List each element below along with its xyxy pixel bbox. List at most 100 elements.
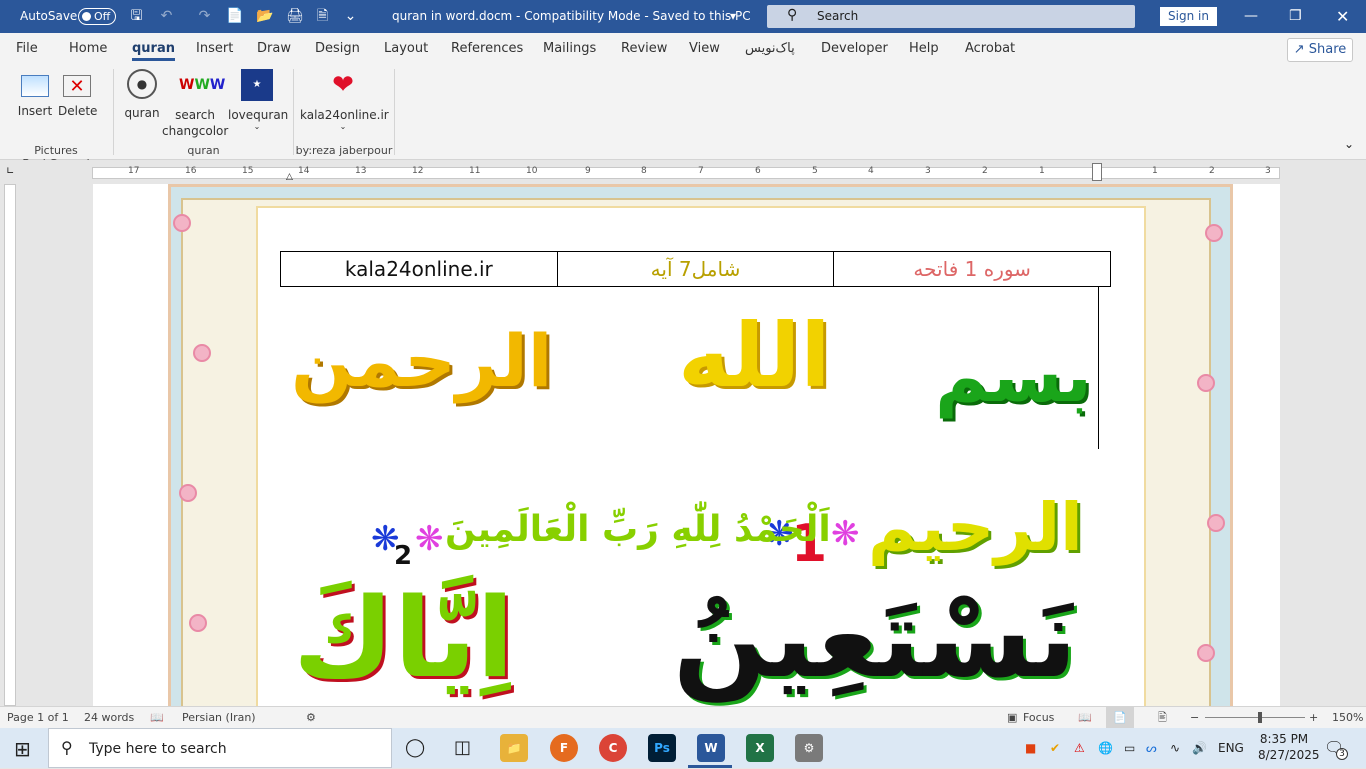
word-nastain[interactable]: نَسْتَعِينُ (673, 574, 1077, 702)
ayah-text-alhamd[interactable]: اَلْحَمْدُ لِلّٰهِ رَبِّ الْعَالَمِينَ (445, 509, 831, 550)
warning-icon[interactable]: ⚠ (1074, 728, 1085, 768)
windows-start-icon[interactable]: ⊞ (14, 737, 31, 761)
indent-marker[interactable] (1092, 163, 1102, 181)
search-changcolor-button[interactable]: WWW search changcolor (162, 69, 228, 139)
accessibility-icon[interactable]: ⚙ (306, 707, 316, 729)
restore-icon[interactable]: ❐ (1289, 0, 1302, 33)
tab-insert[interactable]: Insert (196, 33, 233, 65)
tab-mailings[interactable]: Mailings (543, 33, 596, 65)
tab-file[interactable]: File (16, 33, 38, 65)
table-cell-ayah-count[interactable]: شامل7 آیه (556, 252, 834, 286)
tab-developer[interactable]: Developer (821, 33, 888, 65)
excel-icon[interactable]: X (746, 734, 774, 762)
lovequran-button[interactable]: ★ lovequran ⌄ (228, 69, 288, 131)
autosave-toggle[interactable]: Off (78, 8, 116, 25)
flower-ornament (179, 484, 197, 502)
clock[interactable]: 8:35 PM 8/27/2025 (1258, 731, 1320, 763)
print-icon[interactable]: 🖨 (286, 8, 304, 25)
redo-icon[interactable]: ↷ (196, 8, 213, 25)
flower-ornament (1197, 374, 1215, 392)
tray-app-icon[interactable]: ■ (1025, 728, 1036, 768)
network-globe-icon[interactable]: 🌐 (1098, 728, 1113, 768)
web-layout-icon[interactable]: 🖹 (1158, 707, 1167, 729)
print-layout-icon[interactable]: 📄 (1106, 707, 1134, 729)
file-explorer-icon[interactable]: 📁 (500, 734, 528, 762)
group-separator (293, 69, 294, 155)
zoom-out-button[interactable]: − (1190, 707, 1199, 729)
tab-review[interactable]: Review (621, 33, 667, 65)
focus-button[interactable]: Focus (1023, 707, 1054, 729)
customize-toolbar-icon[interactable]: ⌄ (342, 8, 359, 25)
tab-paknevis[interactable]: پاک‌نویس (745, 33, 795, 65)
zoom-in-button[interactable]: + (1309, 707, 1318, 729)
share-button[interactable]: ↗ Share (1287, 38, 1353, 62)
minimize-icon[interactable]: — (1244, 0, 1258, 33)
document-page[interactable]: kala24online.ir شامل7 آیه سوره 1 فاتحه ب… (93, 184, 1280, 706)
tray-check-icon[interactable]: ✔ (1050, 728, 1060, 768)
app-icon[interactable]: ⚙ (795, 734, 823, 762)
chrome-icon[interactable]: C (599, 734, 627, 762)
document-title[interactable]: quran in word.docm - Compatibility Mode … (392, 0, 751, 33)
word-allah[interactable]: الله (678, 304, 831, 407)
insert-background-label: Insert (17, 104, 53, 118)
tab-stop-icon[interactable]: ∟ (6, 166, 14, 177)
close-icon[interactable]: ✕ (1336, 0, 1349, 33)
language-indicator[interactable]: ENG (1218, 728, 1244, 768)
tab-draw[interactable]: Draw (257, 33, 291, 65)
ayah-number-2[interactable]: 2 (394, 541, 412, 571)
chevron-down-icon: ⌄ (253, 122, 261, 131)
tab-home[interactable]: Home (69, 33, 107, 65)
insert-background-button[interactable]: Insert (16, 69, 54, 119)
wifi-icon[interactable]: ∿ (1170, 728, 1180, 768)
read-mode-icon[interactable]: 📖 (1078, 707, 1092, 729)
new-document-icon[interactable]: 📄 (226, 8, 243, 25)
www-icon: WWW (179, 77, 226, 93)
word-alrahman[interactable]: الرحمن (291, 319, 552, 403)
print-preview-icon[interactable]: 🗎 (314, 8, 331, 25)
horizontal-ruler[interactable]: ∟ 17 16 15 14 13 12 11 10 9 8 7 6 5 4 3 … (0, 160, 1366, 184)
page-count[interactable]: Page 1 of 1 (7, 707, 69, 729)
language-indicator[interactable]: Persian (Iran) (182, 707, 256, 729)
surah-info-table[interactable]: kala24online.ir شامل7 آیه سوره 1 فاتحه (280, 251, 1111, 287)
ruler-number: 9 (585, 166, 591, 176)
tab-view[interactable]: View (689, 33, 720, 65)
word-icon[interactable]: W (697, 734, 725, 762)
undo-icon[interactable]: ↶ (158, 8, 175, 25)
delete-background-button[interactable]: ✕ Delete (58, 69, 97, 119)
open-folder-icon[interactable]: 📂 (256, 8, 273, 25)
word-alrahim[interactable]: الرحیم (868, 489, 1083, 566)
collapse-ribbon-icon[interactable]: ⌄ (1344, 137, 1354, 151)
chevron-down-icon[interactable]: ▾ (730, 0, 736, 33)
left-indent-marker[interactable]: △ (286, 172, 293, 182)
tab-acrobat[interactable]: Acrobat (965, 33, 1015, 65)
word-iyyaka[interactable]: اِيَّاكَ (293, 574, 514, 702)
tab-help[interactable]: Help (909, 33, 939, 65)
tab-references[interactable]: References (451, 33, 523, 65)
cortana-icon[interactable]: ◯ (405, 737, 425, 758)
proofing-icon[interactable]: 📖 (150, 707, 164, 729)
table-cell-surah[interactable]: سوره 1 فاتحه (833, 252, 1110, 286)
photoshop-icon[interactable]: Ps (648, 734, 676, 762)
flower-ornament (193, 344, 211, 362)
tab-layout[interactable]: Layout (384, 33, 428, 65)
word-bism[interactable]: بسم (935, 334, 1092, 418)
taskbar-search[interactable]: ⚲ Type here to search (48, 728, 392, 768)
task-view-icon[interactable]: ◫ (454, 737, 471, 758)
word-count[interactable]: 24 words (84, 707, 134, 729)
focus-icon[interactable]: ▣ (1007, 707, 1017, 729)
zoom-slider[interactable] (1205, 717, 1305, 718)
tab-design[interactable]: Design (315, 33, 360, 65)
volume-icon[interactable]: 🔊 (1192, 728, 1207, 768)
zoom-level[interactable]: 150% (1332, 707, 1363, 729)
kala24online-button[interactable]: ❤ kala24online.ir ⌄ (300, 69, 389, 131)
sign-in-button[interactable]: Sign in (1160, 7, 1217, 26)
table-cell-website[interactable]: kala24online.ir (281, 252, 557, 286)
save-icon[interactable]: 🖫 (128, 8, 145, 25)
firefox-icon[interactable]: F (550, 734, 578, 762)
search-box[interactable]: ⚲ Search (767, 5, 1135, 28)
bluetooth-icon[interactable]: ᔕ (1146, 728, 1157, 768)
usb-icon[interactable]: ▭ (1124, 728, 1135, 768)
quran-button[interactable]: ● quran (122, 69, 162, 121)
tab-quran[interactable]: quran (132, 33, 175, 65)
zoom-slider-thumb[interactable] (1258, 712, 1262, 723)
